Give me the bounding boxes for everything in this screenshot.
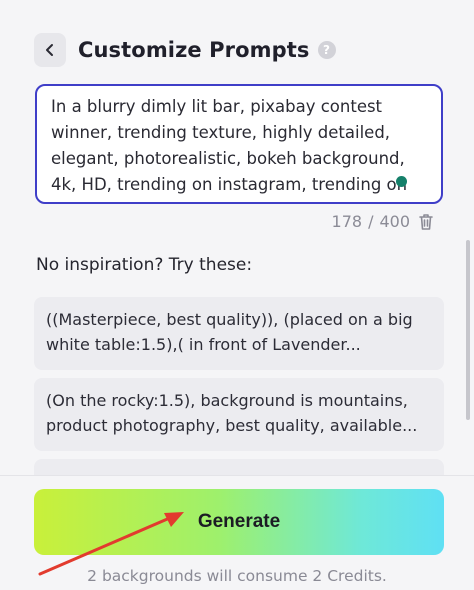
generate-button[interactable]: Generate [34,489,444,555]
grammar-check-dot[interactable] [396,176,407,187]
question-circle-icon[interactable]: ? [317,41,336,59]
char-count: 178 [331,212,363,231]
header: Customize Prompts ? [34,32,336,68]
page-title: Customize Prompts [78,38,310,62]
prompt-text[interactable]: In a blurry dimly lit bar, pixabay conte… [51,94,427,198]
chevron-left-icon [46,44,53,56]
credits-note: 2 backgrounds will consume 2 Credits. [87,567,387,585]
counter-separator: / [368,212,374,231]
trash-icon[interactable] [418,213,434,231]
suggestion-card[interactable]: ((Masterpiece, best quality)), (placed o… [34,297,444,370]
scrollbar[interactable] [466,240,470,420]
bottom-action-bar: Generate 2 backgrounds will consume 2 Cr… [0,475,474,590]
inspiration-heading: No inspiration? Try these: [36,255,253,275]
prompt-textarea[interactable]: In a blurry dimly lit bar, pixabay conte… [35,84,443,204]
suggestion-card[interactable]: (On the rocky:1.5), background is mounta… [34,378,444,451]
customize-prompts-panel: Customize Prompts ? In a blurry dimly li… [0,0,474,590]
character-counter: 178 / 400 [332,212,434,231]
char-limit: 400 [379,212,410,231]
back-button[interactable] [34,33,66,67]
